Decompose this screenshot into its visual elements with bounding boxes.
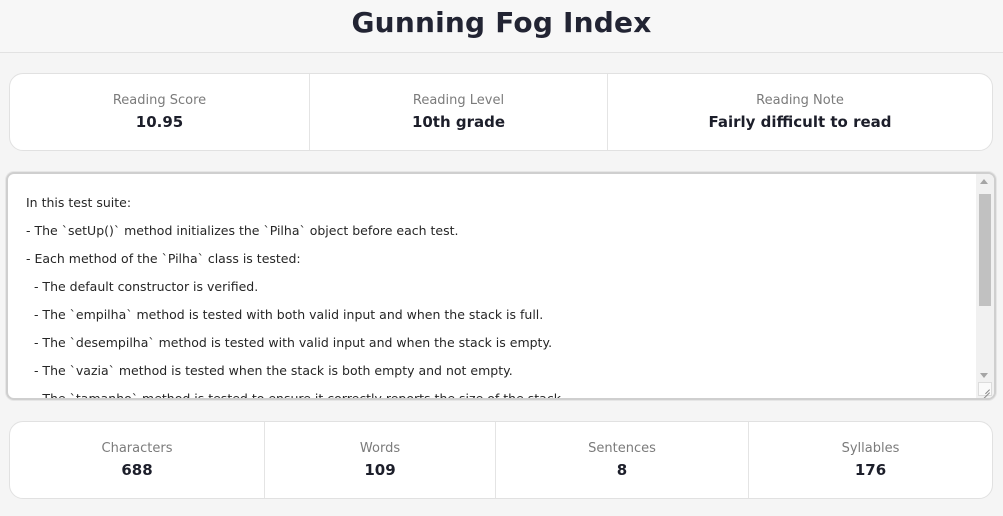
reading-summary-card: Reading Score 10.95 Reading Level 10th g…	[9, 73, 993, 151]
syllables-label: Syllables	[841, 441, 900, 456]
scroll-down-arrow-icon[interactable]	[980, 373, 988, 378]
syllables-stat: Syllables 176	[749, 422, 992, 498]
syllables-value: 176	[854, 461, 887, 479]
text-content[interactable]: In this test suite: - The `setUp()` meth…	[8, 174, 976, 398]
words-stat: Words 109	[265, 422, 496, 498]
resize-handle-icon[interactable]	[978, 382, 992, 396]
text-counts-card: Characters 688 Words 109 Sentences 8 Syl…	[9, 421, 993, 499]
sentences-value: 8	[616, 461, 628, 479]
characters-label: Characters	[101, 441, 173, 456]
reading-score-stat: Reading Score 10.95	[10, 74, 310, 150]
sentences-label: Sentences	[588, 441, 656, 456]
text-line: In this test suite:	[26, 195, 132, 210]
page-title: Gunning Fog Index	[351, 5, 652, 39]
words-value: 109	[364, 461, 396, 479]
sentences-stat: Sentences 8	[496, 422, 749, 498]
vertical-scrollbar[interactable]	[976, 174, 994, 398]
page-header: Gunning Fog Index	[0, 0, 1003, 53]
reading-score-label: Reading Score	[112, 93, 207, 108]
text-line: - Each method of the `Pilha` class is te…	[26, 251, 301, 266]
reading-level-value: 10th grade	[411, 113, 506, 131]
text-input-area[interactable]: In this test suite: - The `setUp()` meth…	[6, 172, 996, 400]
reading-note-label: Reading Note	[756, 93, 844, 108]
reading-note-value: Fairly difficult to read	[708, 113, 892, 131]
scrollbar-thumb[interactable]	[979, 194, 991, 306]
text-line: - The `desempilha` method is tested with…	[26, 335, 553, 350]
text-line: - The `setUp()` method initializes the `…	[26, 223, 459, 238]
text-line: - The `vazia` method is tested when the …	[26, 363, 513, 378]
characters-stat: Characters 688	[10, 422, 265, 498]
characters-value: 688	[121, 461, 153, 479]
text-line: - The `tamanho` method is tested to ensu…	[26, 389, 976, 398]
reading-level-stat: Reading Level 10th grade	[310, 74, 608, 150]
text-line: - The `empilha` method is tested with bo…	[26, 307, 544, 322]
reading-note-stat: Reading Note Fairly difficult to read	[608, 74, 992, 150]
reading-level-label: Reading Level	[412, 93, 505, 108]
reading-score-value: 10.95	[135, 113, 184, 131]
words-label: Words	[359, 441, 401, 456]
text-line: - The default constructor is verified.	[26, 279, 259, 294]
scroll-up-arrow-icon[interactable]	[980, 179, 988, 184]
